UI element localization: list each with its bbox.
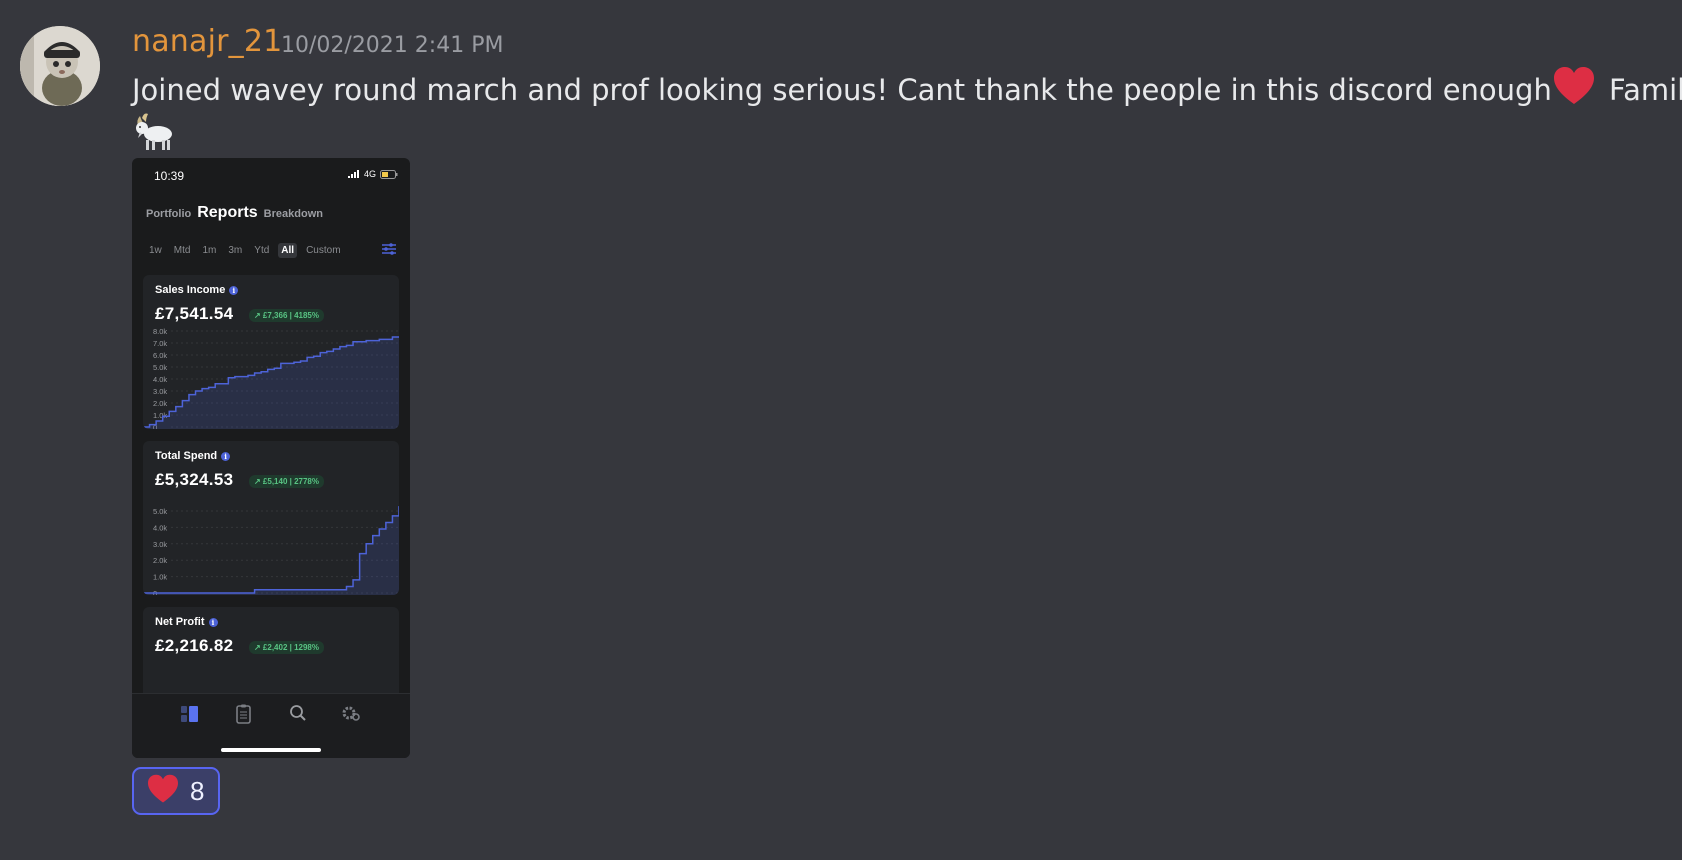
change-badge: ↗ £2,402 | 1298% (249, 641, 324, 654)
card-title: Total Spend i (155, 450, 231, 462)
home-indicator (221, 748, 321, 752)
card-title-label: Net Profit (155, 616, 205, 628)
clipboard-icon[interactable] (236, 704, 252, 729)
card-value: £5,324.53 (155, 470, 234, 489)
y-tick-label: 4.0k (153, 375, 167, 384)
net-profit-card[interactable]: Net Profiti £2,216.82 ↗ £2,402 | 1298% 2… (143, 607, 399, 707)
report-tabs: Portfolio Reports Breakdown (146, 204, 323, 222)
change-badge: ↗ £5,140 | 2778% (249, 475, 324, 488)
goat-emoji (132, 110, 176, 156)
message-text-main: Joined wavey round march and prof lookin… (132, 73, 1552, 107)
range-mtd[interactable]: Mtd (171, 243, 194, 258)
network-label: 4G (363, 169, 376, 179)
avatar[interactable] (20, 26, 100, 106)
tab-reports[interactable]: Reports (197, 204, 257, 222)
y-tick-label: 3.0k (153, 540, 167, 549)
signal-icon (347, 170, 359, 178)
sales-income-card[interactable]: Sales Income i £7,541.54 ↗ £7,366 | 4185%… (143, 275, 399, 429)
card-value: £2,216.82 (155, 636, 234, 655)
y-tick-label: 6.0k (153, 351, 167, 360)
status-time: 10:39 (154, 169, 185, 183)
message-text: Joined wavey round march and prof lookin… (132, 66, 1682, 113)
card-title-label: Total Spend (155, 450, 218, 462)
timestamp: 10/02/2021 2:41 PM (281, 33, 504, 58)
range-1m[interactable]: 1m (199, 243, 219, 258)
dashboard-icon[interactable] (181, 704, 201, 729)
reaction-count: 8 (190, 775, 205, 806)
info-icon[interactable]: i (221, 451, 231, 461)
heart-emoji (1552, 66, 1596, 113)
y-tick-label: 2.0k (153, 399, 167, 408)
total-spend-card[interactable]: Total Spend i £5,324.53 ↗ £5,140 | 2778% … (143, 441, 399, 595)
card-value: £7,541.54 (155, 304, 234, 323)
status-indicators: 4G (347, 169, 398, 179)
info-icon[interactable]: i (229, 285, 239, 295)
sales-income-chart: 8.0k7.0k6.0k5.0k4.0k3.0k2.0k1.0k0 (143, 327, 399, 429)
y-tick-label: 2.0k (153, 556, 167, 565)
y-tick-label: 5.0k (153, 363, 167, 372)
heart-icon (146, 774, 180, 808)
y-tick-label: 7.0k (153, 339, 167, 348)
range-ytd[interactable]: Ytd (251, 243, 272, 258)
y-tick-label: 5.0k (153, 507, 167, 516)
info-icon[interactable]: i (208, 617, 218, 627)
tab-portfolio[interactable]: Portfolio (146, 208, 191, 220)
series-area (143, 336, 399, 429)
change-badge: ↗ £7,366 | 4185% (249, 309, 324, 322)
series-area (143, 506, 399, 595)
image-attachment[interactable]: 10:39 4G Portfolio Reports Breakdown 1w … (132, 158, 410, 758)
filter-icon[interactable] (382, 242, 396, 260)
avatar-image (20, 26, 100, 106)
total-spend-chart: 5.0k4.0k3.0k2.0k1.0k0 (143, 506, 399, 595)
tab-breakdown[interactable]: Breakdown (264, 208, 323, 220)
settings-icon[interactable] (342, 704, 360, 727)
card-title-label: Sales Income (155, 284, 226, 296)
card-title: Sales Income i (155, 284, 239, 296)
y-tick-label: 8.0k (153, 327, 167, 336)
range-custom[interactable]: Custom (303, 243, 343, 258)
heart-reaction-button[interactable]: 8 (132, 767, 220, 815)
card-title: Net Profit i (155, 616, 218, 628)
username[interactable]: nanajr_21 (132, 24, 282, 59)
range-1w[interactable]: 1w (146, 243, 165, 258)
y-tick-label: 1.0k (153, 573, 167, 582)
range-all[interactable]: All (278, 243, 298, 258)
battery-icon (380, 169, 398, 179)
message-text-tail: Family (1609, 73, 1682, 107)
search-icon[interactable] (289, 704, 307, 727)
range-3m[interactable]: 3m (225, 243, 245, 258)
range-selector: 1w Mtd 1m 3m Ytd All Custom (146, 243, 344, 258)
y-tick-label: 3.0k (153, 387, 167, 396)
y-tick-label: 4.0k (153, 523, 167, 532)
